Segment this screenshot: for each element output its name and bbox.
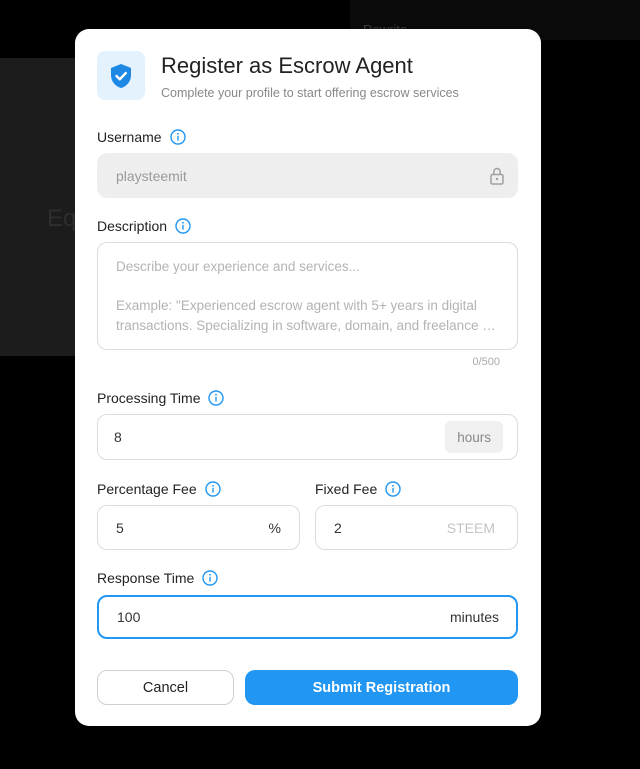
response-time-value: 100 bbox=[117, 609, 141, 625]
description-textarea[interactable]: Describe your experience and services...… bbox=[97, 242, 518, 350]
percentage-fee-value: 5 bbox=[116, 519, 124, 536]
response-time-input[interactable]: 100 minutes bbox=[97, 595, 518, 639]
fixed-fee-value: 2 bbox=[334, 519, 342, 536]
username-label-text: Username bbox=[97, 129, 162, 145]
response-time-unit: minutes bbox=[449, 609, 499, 625]
placeholder-line: Example: "Experienced escrow agent with … bbox=[116, 298, 477, 313]
placeholder-line: transactions. Specializing in software, … bbox=[116, 317, 499, 333]
response-time-label-text: Response Time bbox=[97, 570, 195, 586]
processing-time-unit: hours bbox=[445, 421, 503, 453]
processing-time-label-text: Processing Time bbox=[97, 390, 201, 406]
processing-time-label: Processing Time bbox=[97, 390, 225, 406]
fixed-fee-label-text: Fixed Fee bbox=[315, 481, 378, 497]
percentage-fee-unit: % bbox=[268, 519, 281, 536]
placeholder-line: Describe your experience and services... bbox=[116, 259, 360, 274]
modal-title: Register as Escrow Agent bbox=[161, 53, 413, 78]
percentage-fee-label-text: Percentage Fee bbox=[97, 481, 197, 497]
username-label: Username bbox=[97, 129, 186, 145]
info-icon[interactable] bbox=[202, 570, 218, 586]
username-value: playsteemit bbox=[116, 167, 187, 184]
info-icon[interactable] bbox=[169, 129, 186, 145]
description-char-counter: 0/500 bbox=[472, 356, 500, 368]
fixed-fee-input[interactable]: 2 STEEM bbox=[315, 505, 518, 550]
info-icon[interactable] bbox=[204, 481, 221, 497]
shield-check-icon bbox=[97, 51, 145, 100]
username-field: playsteemit bbox=[97, 153, 518, 198]
description-label: Description bbox=[97, 218, 191, 234]
register-escrow-modal: Register as Escrow Agent Complete your p… bbox=[75, 29, 541, 726]
percentage-fee-input[interactable]: 5 % bbox=[97, 505, 300, 550]
cancel-button[interactable]: Cancel bbox=[97, 670, 234, 705]
background-heading: Eq bbox=[47, 205, 77, 232]
description-label-text: Description bbox=[97, 218, 168, 234]
fixed-fee-label: Fixed Fee bbox=[315, 481, 401, 497]
processing-time-input[interactable]: 8 hours bbox=[97, 414, 518, 460]
info-icon[interactable] bbox=[175, 218, 191, 234]
info-icon[interactable] bbox=[385, 481, 401, 497]
lock-icon bbox=[489, 167, 505, 185]
modal-subtitle: Complete your profile to start offering … bbox=[161, 86, 459, 100]
response-time-label: Response Time bbox=[97, 570, 218, 586]
percentage-fee-label: Percentage Fee bbox=[97, 481, 221, 497]
fixed-fee-unit: STEEM bbox=[446, 519, 495, 536]
info-icon[interactable] bbox=[208, 390, 225, 406]
description-placeholder: Describe your experience and services...… bbox=[116, 257, 499, 335]
submit-registration-button[interactable]: Submit Registration bbox=[245, 670, 518, 705]
processing-time-value: 8 bbox=[114, 429, 122, 445]
